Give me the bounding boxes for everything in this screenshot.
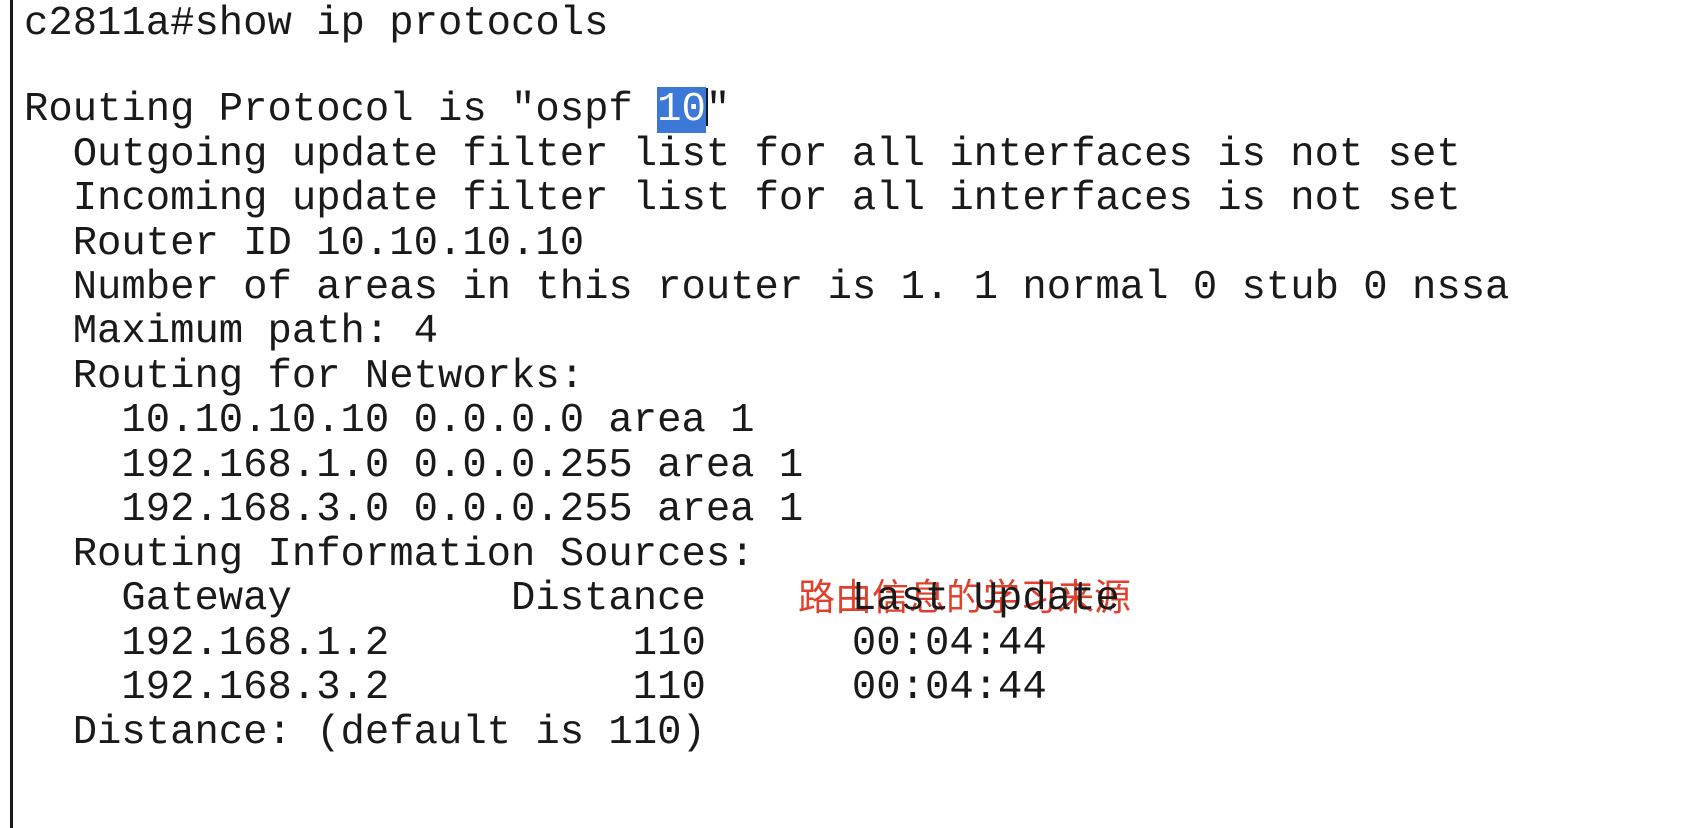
network-entry: 192.168.3.0 0.0.0.255 area 1	[24, 487, 804, 533]
network-entry: 192.168.1.0 0.0.0.255 area 1	[24, 443, 804, 489]
max-path-line: Maximum path: 4	[24, 309, 438, 355]
source-row: 192.168.3.2 110 00:04:44	[24, 665, 1047, 711]
areas-line: Number of areas in this router is 1. 1 n…	[24, 265, 1510, 311]
routing-protocol-prefix: Routing Protocol is "ospf	[24, 87, 658, 133]
routing-networks-header: Routing for Networks:	[24, 354, 585, 400]
terminal-window[interactable]: c2811a#show ip protocols Routing Protoco…	[0, 0, 1684, 828]
network-entry: 10.10.10.10 0.0.0.0 area 1	[24, 398, 755, 444]
sources-table-header: Gateway Distance Last Update	[24, 576, 1120, 622]
incoming-filter-line: Incoming update filter list for all inte…	[24, 176, 1461, 222]
routing-protocol-suffix: "	[705, 87, 731, 133]
prompt-command-line: c2811a#show ip protocols	[24, 1, 609, 47]
selected-process-id[interactable]: 10	[657, 87, 706, 133]
router-id-line: Router ID 10.10.10.10	[24, 221, 585, 267]
routing-protocol-line: Routing Protocol is "ospf 10"	[24, 86, 730, 134]
distance-line: Distance: (default is 110)	[24, 710, 706, 756]
outgoing-filter-line: Outgoing update filter list for all inte…	[24, 132, 1461, 178]
source-row: 192.168.1.2 110 00:04:44	[24, 621, 1047, 667]
terminal-left-border	[10, 0, 13, 828]
info-sources-header: Routing Information Sources:	[24, 532, 755, 578]
